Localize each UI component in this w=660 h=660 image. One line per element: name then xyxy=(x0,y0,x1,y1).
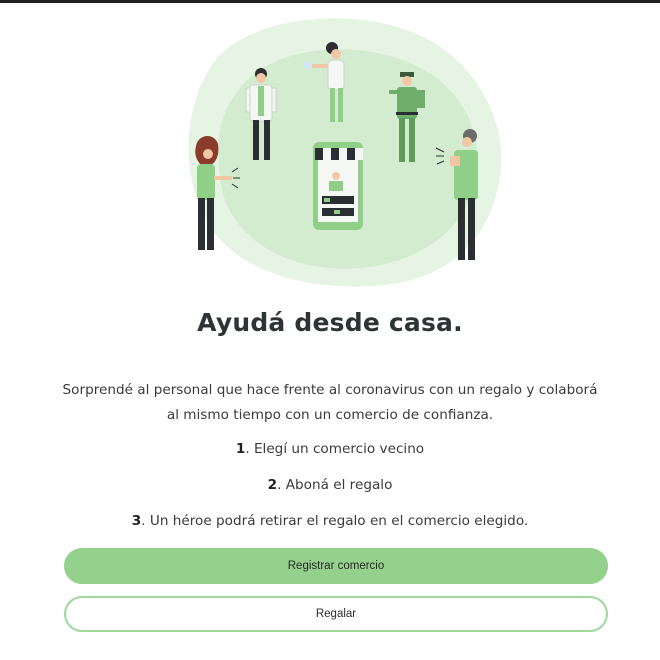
hero-illustration xyxy=(188,18,502,287)
intro-line-1: Sorprendé al personal que hace frente al… xyxy=(62,382,598,398)
step-text: . Un héroe podrá retirar el regalo en el… xyxy=(141,513,529,529)
step-number: 1 xyxy=(235,441,246,457)
register-shop-button[interactable]: Registrar comercio xyxy=(64,548,608,584)
phone-shop xyxy=(313,142,363,230)
step-number: 2 xyxy=(267,477,278,493)
step-text: . Elegí un comercio vecino xyxy=(245,441,425,457)
intro-text: Sorprendé al personal que hace frente al… xyxy=(30,378,630,428)
gift-button[interactable]: Regalar xyxy=(64,596,608,632)
gift-label: Regalar xyxy=(315,608,357,620)
step-text: . Aboná el regalo xyxy=(277,477,393,493)
step-2: 2. Aboná el regalo xyxy=(0,477,660,493)
step-3: 3. Un héroe podrá retirar el regalo en e… xyxy=(0,513,660,529)
page-title: Ayudá desde casa. xyxy=(197,308,463,337)
top-border xyxy=(0,0,660,3)
intro-line-2: al mismo tiempo con un comercio de confi… xyxy=(166,407,494,423)
step-1: 1. Elegí un comercio vecino xyxy=(0,441,660,457)
register-shop-label: Registrar comercio xyxy=(287,560,385,572)
step-number: 3 xyxy=(131,513,142,529)
